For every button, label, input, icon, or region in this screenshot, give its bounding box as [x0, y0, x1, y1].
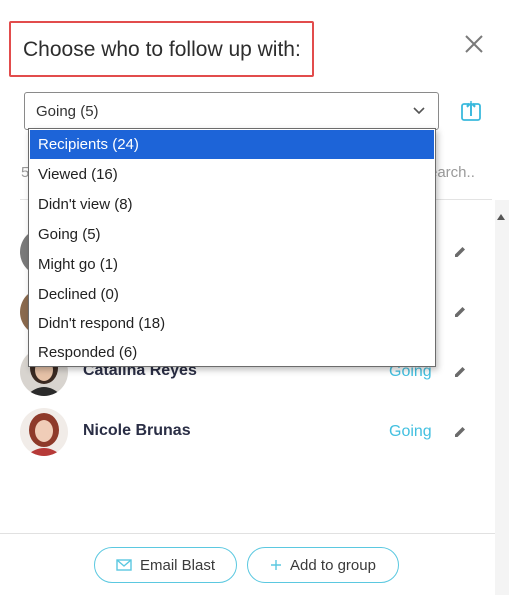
chevron-down-icon [413, 107, 425, 115]
envelope-icon [116, 559, 132, 571]
dropdown-option[interactable]: Responded (6) [30, 338, 434, 367]
dropdown-option[interactable]: Recipients (24) [30, 130, 434, 159]
rsvp-status[interactable]: Going [389, 423, 432, 441]
dropdown-option[interactable]: Might go (1) [30, 250, 434, 279]
scroll-up-arrow-icon[interactable] [497, 214, 505, 220]
add-to-group-button[interactable]: Add to group [247, 547, 399, 583]
avatar [20, 408, 68, 456]
plus-icon [271, 560, 282, 570]
export-icon[interactable] [460, 100, 482, 122]
edit-pencil-icon[interactable] [452, 424, 468, 440]
dropdown-option[interactable]: Viewed (16) [30, 160, 434, 189]
search-input[interactable]: earch.. [429, 164, 485, 181]
list-item: Nicole Brunas Going [0, 408, 495, 458]
edit-pencil-icon[interactable] [452, 304, 468, 320]
dropdown-option[interactable]: Didn't respond (18) [30, 309, 434, 338]
add-to-group-label: Add to group [290, 556, 376, 574]
dropdown-option[interactable]: Going (5) [30, 220, 434, 249]
edit-pencil-icon[interactable] [452, 364, 468, 380]
filter-selected-value: Going (5) [36, 103, 99, 120]
footer-divider [0, 533, 495, 534]
recipient-filter-select[interactable]: Going (5) [24, 92, 439, 130]
dialog-title: Choose who to follow up with: [23, 38, 301, 61]
filter-dropdown-menu: Recipients (24) Viewed (16) Didn't view … [28, 128, 436, 367]
dropdown-option[interactable]: Didn't view (8) [30, 190, 434, 219]
email-blast-label: Email Blast [139, 556, 216, 574]
person-name: Nicole Brunas [83, 422, 191, 439]
dropdown-option[interactable]: Declined (0) [30, 280, 434, 309]
scrollbar[interactable] [495, 200, 509, 595]
close-icon[interactable] [463, 33, 485, 55]
edit-pencil-icon[interactable] [452, 244, 468, 260]
email-blast-button[interactable]: Email Blast [94, 547, 237, 583]
